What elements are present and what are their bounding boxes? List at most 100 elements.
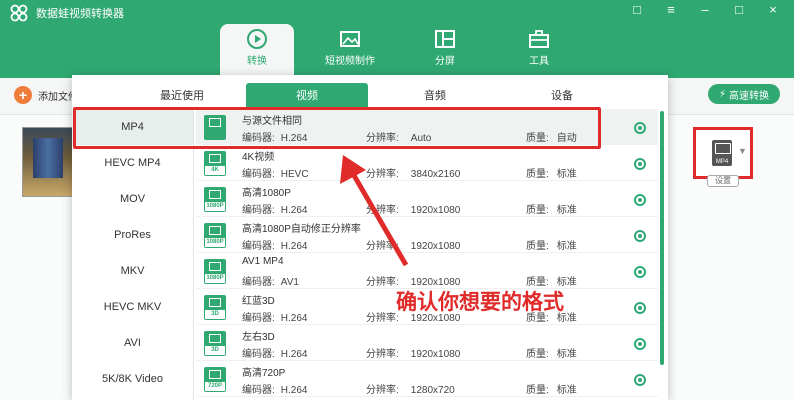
chevron-down-icon: ▼: [738, 146, 747, 156]
tab-label: 短视频制作: [325, 56, 375, 67]
format-item[interactable]: MOV: [72, 181, 193, 217]
video-preset-icon: 1080P: [204, 223, 226, 248]
preset-resolution: 分辨率: 1280x720: [366, 381, 455, 396]
codec-value: H.264: [280, 313, 308, 324]
screen-icon: [209, 154, 221, 163]
preset-resolution: 分辨率: 1920x1080: [366, 237, 460, 252]
tab-short-video[interactable]: 短视频制作: [313, 24, 387, 74]
preset-codec: 编码器: AV1: [242, 273, 299, 288]
gear-icon[interactable]: [634, 230, 646, 242]
add-file-button[interactable]: + 添加文件: [14, 86, 78, 104]
video-thumbnail[interactable]: [22, 127, 76, 197]
screen-icon: [209, 370, 221, 379]
preset-name: 4K视频: [242, 152, 275, 163]
panel-tabs: 最近使用 视频 音频 设备: [72, 75, 668, 109]
maximize-icon[interactable]: □: [732, 3, 746, 17]
preset-quality: 质量: 标准: [526, 165, 577, 180]
gear-icon[interactable]: [634, 374, 646, 386]
preset-name: 高清1080P自动修正分辨率: [242, 224, 361, 235]
output-settings-button[interactable]: 设置: [707, 175, 739, 187]
annotation-text: 确认你想要的格式: [396, 290, 564, 314]
gear-icon[interactable]: [634, 338, 646, 350]
codec-label: 编码器:: [242, 313, 275, 324]
lightning-icon: ⚡: [718, 88, 727, 100]
tab-video[interactable]: 视频: [246, 83, 368, 109]
tab-audio[interactable]: 音频: [372, 83, 498, 109]
gear-icon[interactable]: [634, 158, 646, 170]
preset-resolution: 分辨率: 1920x1080: [366, 345, 460, 360]
preset-row[interactable]: 1080P 高清1080P 编码器: H.264 分辨率: 1920x1080 质量: 标准: [196, 181, 658, 217]
tab-label: 工具: [529, 56, 549, 67]
gear-icon[interactable]: [634, 266, 646, 278]
quality-value: 标准: [556, 349, 577, 360]
codec-value: H.264: [280, 349, 308, 360]
quality-value: 标准: [556, 241, 577, 252]
format-item[interactable]: 5K/8K Video: [72, 361, 193, 397]
resolution-label: 分辨率:: [366, 349, 399, 360]
tab-device[interactable]: 设备: [502, 83, 622, 109]
preset-row[interactable]: 4K 4K视频 编码器: HEVC 分辨率: 3840x2160 质量: 标准: [196, 145, 658, 181]
preset-resolution: 分辨率: 1920x1080: [366, 201, 460, 216]
video-preset-icon: 4K: [204, 151, 226, 176]
preset-row[interactable]: 1080P AV1 MP4 编码器: AV1 分辨率: 1920x1080 质量: 标准: [196, 253, 658, 289]
preset-row[interactable]: 720P 高清720P 编码器: H.264 分辨率: 1280x720 质量: 标准: [196, 361, 658, 397]
resolution-value: 1920x1080: [410, 205, 461, 216]
format-item[interactable]: HEVC MKV: [72, 289, 193, 325]
plus-icon: +: [14, 86, 32, 104]
preset-codec: 编码器: H.264: [242, 381, 307, 396]
preset-quality: 质量: 标准: [526, 201, 577, 216]
format-item[interactable]: AVI: [72, 325, 193, 361]
screen-icon: [209, 262, 221, 271]
screen-icon: [209, 226, 221, 235]
quality-label: 质量:: [526, 385, 549, 396]
resolution-value: 3840x2160: [410, 169, 461, 180]
resolution-value: 1280x720: [410, 385, 455, 396]
tab-convert[interactable]: 转换: [220, 24, 294, 78]
tab-label: 分屏: [435, 56, 455, 67]
scrollbar[interactable]: [660, 111, 664, 365]
gear-icon[interactable]: [634, 122, 646, 134]
preset-tag: 3D: [205, 310, 225, 319]
minimize-icon[interactable]: –: [698, 3, 712, 17]
tab-split-screen[interactable]: 分屏: [408, 24, 482, 74]
video-preset-icon: 3D: [204, 331, 226, 356]
resolution-label: 分辨率:: [366, 241, 399, 252]
gear-icon[interactable]: [634, 302, 646, 314]
gear-icon[interactable]: [634, 194, 646, 206]
refresh-icon: [247, 29, 267, 49]
preset-codec: 编码器: HEVC: [242, 165, 309, 180]
preset-name: 高清1080P: [242, 188, 291, 199]
format-item[interactable]: ProRes: [72, 217, 193, 253]
preset-row[interactable]: 3D 左右3D 编码器: H.264 分辨率: 1920x1080 质量: 标准: [196, 325, 658, 361]
quality-label: 质量:: [526, 241, 549, 252]
toolbox-icon: [529, 30, 549, 48]
app-title: 数据蛙视频转换器: [36, 8, 124, 20]
format-item[interactable]: HEVC MP4: [72, 145, 193, 181]
preset-quality: 质量: 标准: [526, 381, 577, 396]
tab-tools[interactable]: 工具: [502, 24, 576, 74]
quality-value: 标准: [556, 169, 577, 180]
app-header: 数据蛙视频转换器 □ ≡ – □ × 转换 短视频制作 分屏 工具: [0, 0, 794, 78]
tab-recent[interactable]: 最近使用: [122, 83, 242, 109]
close-icon[interactable]: ×: [766, 3, 780, 17]
preset-row[interactable]: 1080P 高清1080P自动修正分辨率编码器: H.264 分辨率: 1920x108…: [196, 217, 658, 253]
split-screen-icon: [435, 30, 455, 48]
feedback-icon[interactable]: □: [630, 3, 644, 17]
screen-icon: [209, 334, 221, 343]
format-item[interactable]: MKV: [72, 253, 193, 289]
preset-codec: 编码器: H.264: [242, 237, 307, 252]
preset-tag: 1080P: [205, 274, 225, 283]
preset-name: 左右3D: [242, 332, 275, 343]
fast-convert-button[interactable]: ⚡ 高速转换: [708, 84, 780, 104]
image-icon: [340, 31, 360, 47]
video-preset-icon: 1080P: [204, 259, 226, 284]
output-format-button[interactable]: MP4 ▼: [693, 127, 753, 179]
mp4-format-icon: MP4: [712, 140, 732, 166]
codec-label: 编码器:: [242, 385, 275, 396]
preset-name: AV1 MP4: [242, 256, 284, 267]
preset-tag: 720P: [205, 382, 225, 391]
preset-name: 高清720P: [242, 368, 286, 379]
fast-convert-label: 高速转换: [729, 90, 770, 102]
video-preset-icon: 1080P: [204, 187, 226, 212]
menu-icon[interactable]: ≡: [664, 3, 678, 17]
